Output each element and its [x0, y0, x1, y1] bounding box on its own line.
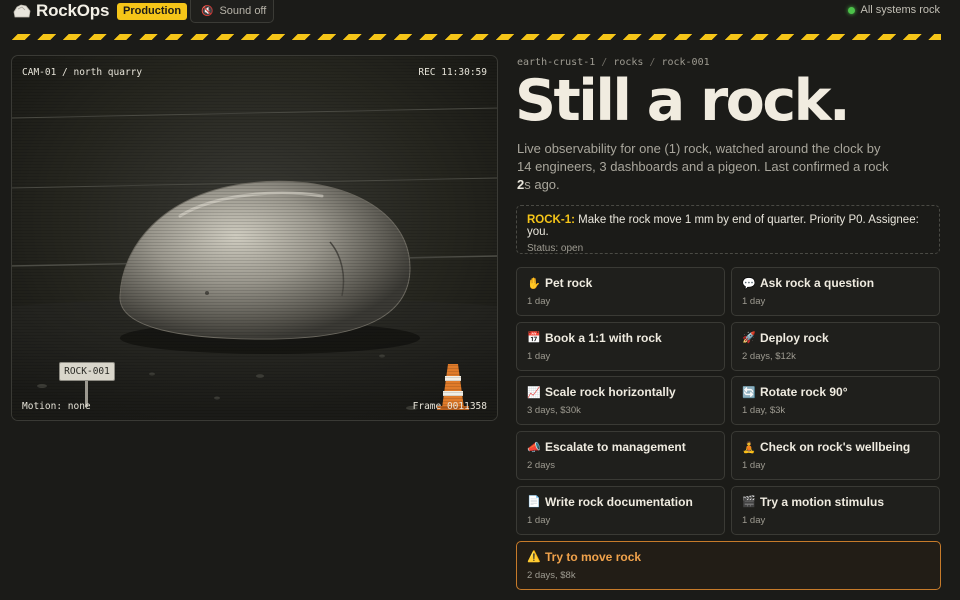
breadcrumb-item[interactable]: rocks — [613, 57, 643, 68]
environment-badge: Production — [117, 3, 188, 20]
action-title: 📈 Scale rock horizontally — [527, 385, 714, 399]
document-icon: 📄 — [527, 496, 541, 509]
action-label: Check on rock's wellbeing — [760, 440, 911, 455]
camera-label: CAM-01 / north quarry — [22, 67, 143, 78]
rocket-icon: 🚀 — [742, 332, 756, 345]
speech-bubble-icon: 💬 — [742, 277, 756, 290]
page-title: Still a rock. — [515, 68, 851, 134]
rotate-icon: 🔄 — [742, 386, 756, 399]
page-description: Live observability for one (1) rock, wat… — [517, 140, 889, 194]
description-suffix: s ago. — [524, 177, 560, 192]
ticket-card[interactable]: ROCK-1: Make the rock move 1 mm by end o… — [516, 205, 940, 254]
top-bar: RockOps Production 🔇 Sound off All syste… — [0, 0, 960, 23]
rock-name-sign: ROCK-001 — [59, 362, 115, 381]
action-meta: 3 days, $30k — [527, 405, 581, 417]
action-label: Deploy rock — [760, 330, 829, 345]
meditation-icon: 🧘 — [742, 441, 756, 454]
description-text: Live observability for one (1) rock, wat… — [517, 141, 889, 174]
action-meta: 2 days, $12k — [742, 350, 796, 362]
action-title: 💬 Ask rock a question — [742, 276, 929, 290]
action-card[interactable]: 🧘 Check on rock's wellbeing 1 day — [731, 431, 940, 481]
status-dot-icon — [847, 6, 855, 14]
breadcrumb: earth-crust-1 / rocks / rock-001 — [517, 57, 710, 68]
breadcrumb-separator: / — [601, 57, 608, 68]
action-label: Scale rock horizontally — [545, 385, 676, 400]
action-label: Pet rock — [545, 276, 593, 290]
breadcrumb-separator: / — [649, 57, 656, 68]
recording-timestamp: REC 11:30:59 — [418, 67, 487, 78]
action-card[interactable]: 💬 Ask rock a question 1 day — [731, 267, 940, 316]
action-card[interactable]: ✋ Pet rock 1 day — [516, 267, 725, 316]
action-meta: 1 day, $3k — [742, 405, 786, 417]
megaphone-icon: 📣 — [527, 441, 541, 454]
sound-label: Sound off — [219, 5, 267, 17]
frame-counter: Frame 0011358 — [412, 401, 487, 412]
action-meta: 1 day — [742, 514, 766, 526]
action-meta: 1 day — [527, 350, 551, 362]
status-text: All systems rock — [860, 4, 940, 16]
app-name[interactable]: RockOps — [36, 1, 109, 21]
ticket-line: ROCK-1: Make the rock move 1 mm by end o… — [527, 214, 929, 238]
action-meta: 2 days, $8k — [527, 569, 576, 581]
action-label: Write rock documentation — [545, 494, 693, 509]
calendar-icon: 📅 — [527, 332, 541, 345]
action-label: Escalate to management — [545, 440, 686, 455]
chart-up-icon: 📈 — [527, 386, 541, 399]
rock-logo-icon — [13, 4, 31, 18]
action-card[interactable]: 📈 Scale rock horizontally 3 days, $30k — [516, 376, 725, 426]
action-card[interactable]: 🎬 Try a motion stimulus 1 day — [731, 485, 940, 535]
action-card[interactable]: 📄 Write rock documentation 1 day — [516, 485, 725, 535]
action-label: Book a 1:1 with rock — [545, 330, 662, 345]
action-meta: 2 days — [527, 460, 555, 472]
system-status: All systems rock — [847, 4, 940, 16]
action-title: 📄 Write rock documentation — [527, 495, 714, 509]
action-meta: 1 day — [527, 514, 551, 526]
ticket-status: Status: open — [527, 243, 584, 254]
action-title: 📣 Escalate to management — [527, 440, 714, 454]
action-label: Try a motion stimulus — [760, 494, 885, 509]
action-title: 🎬 Try a motion stimulus — [742, 495, 929, 509]
breadcrumb-item[interactable]: rock-001 — [661, 57, 709, 68]
sound-toggle-button[interactable]: 🔇 Sound off — [190, 0, 274, 23]
action-meta: 1 day — [742, 460, 766, 472]
ticket-id[interactable]: ROCK-1: — [527, 214, 575, 226]
clapperboard-icon: 🎬 — [742, 496, 756, 509]
action-title: 🧘 Check on rock's wellbeing — [742, 440, 929, 454]
mute-icon: 🔇 — [201, 5, 214, 17]
action-card[interactable]: 📣 Escalate to management 2 days — [516, 431, 725, 481]
camera-feed: ROCK-001 CAM-01 / north quarry REC 11:30… — [11, 55, 498, 421]
warning-icon: ⚠️ — [527, 551, 541, 563]
breadcrumb-item[interactable]: earth-crust-1 — [517, 57, 595, 68]
action-title: ✋ Pet rock — [527, 276, 714, 290]
action-label: Rotate rock 90° — [760, 385, 848, 400]
action-label: Try to move rock — [545, 549, 642, 564]
action-card[interactable]: 🔄 Rotate rock 90° 1 day, $3k — [731, 376, 940, 426]
action-card[interactable]: 🚀 Deploy rock 2 days, $12k — [731, 321, 940, 371]
action-meta: 1 day — [527, 296, 551, 307]
action-title: ⚠️ Try to move rock — [527, 550, 930, 564]
hazard-stripe — [10, 34, 941, 40]
hand-icon: ✋ — [527, 277, 541, 290]
action-title: 🔄 Rotate rock 90° — [742, 385, 929, 399]
action-label: Ask rock a question — [760, 276, 875, 290]
action-meta: 1 day — [742, 296, 766, 307]
action-title: 📅 Book a 1:1 with rock — [527, 331, 714, 345]
ticket-text: Make the rock move 1 mm by end of quarte… — [527, 214, 919, 238]
action-title: 🚀 Deploy rock — [742, 331, 929, 345]
action-card[interactable]: 📅 Book a 1:1 with rock 1 day — [516, 321, 725, 371]
motion-status: Motion: none — [22, 401, 91, 412]
try-to-move-rock-button[interactable]: ⚠️ Try to move rock 2 days, $8k — [516, 540, 941, 590]
